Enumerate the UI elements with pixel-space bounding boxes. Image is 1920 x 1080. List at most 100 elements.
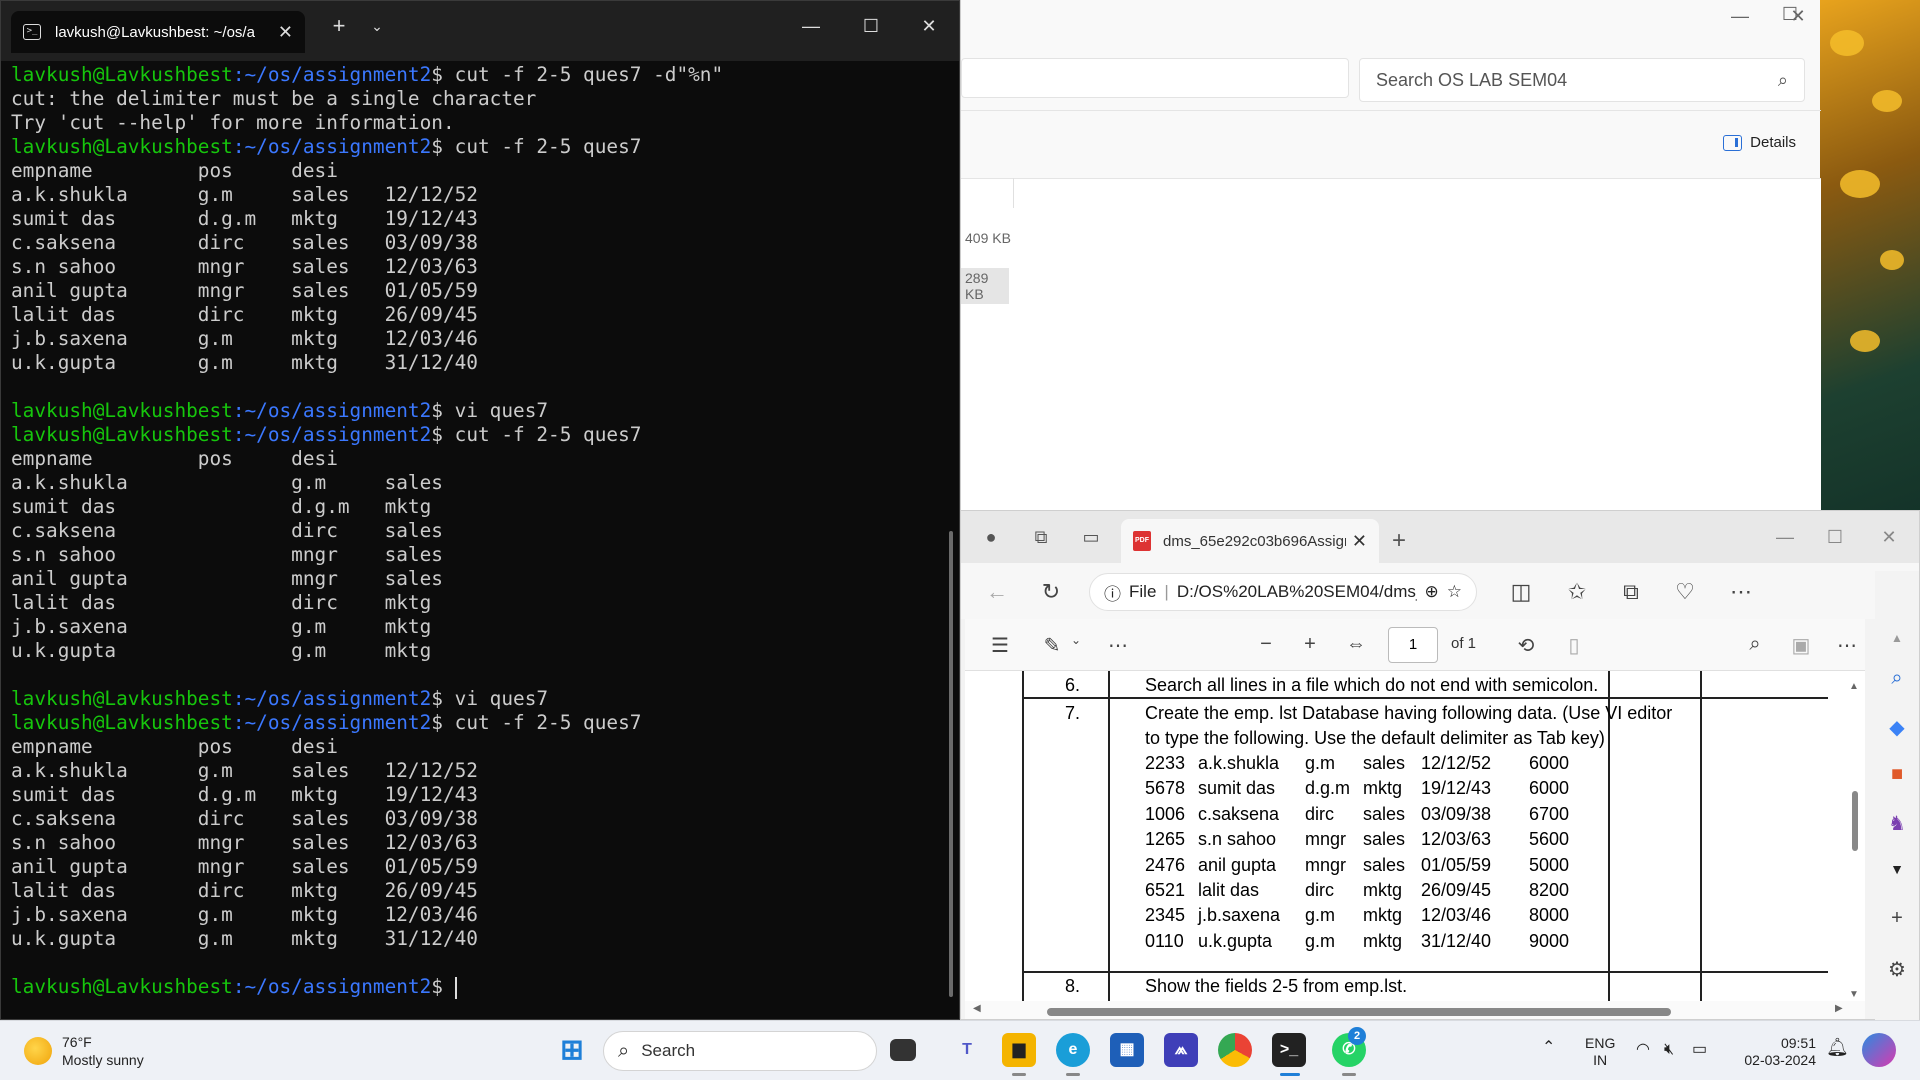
zoom-out-icon[interactable]: − — [1251, 633, 1281, 656]
edge-icon[interactable]: e — [1056, 1033, 1090, 1067]
new-tab-icon[interactable]: + — [319, 13, 359, 39]
terminal-output-line: sumit das d.g.m mktg 19/12/43 — [11, 783, 478, 806]
workspaces-icon[interactable]: ⧉ — [1027, 527, 1055, 551]
details-button[interactable]: Details — [1723, 134, 1796, 151]
scroll-down-icon[interactable]: ▼ — [1849, 989, 1859, 1000]
zoom-icon[interactable]: ⊕ — [1425, 582, 1439, 602]
rotate-icon[interactable]: ⟲ — [1511, 633, 1541, 658]
tools-icon[interactable]: ■ — [1881, 763, 1913, 791]
chevron-down-icon[interactable]: ⌄ — [357, 13, 397, 39]
zoom-in-icon[interactable]: + — [1295, 633, 1325, 656]
split-screen-icon[interactable]: ◫ — [1505, 579, 1537, 605]
more-icon[interactable]: ⋯ — [1725, 579, 1757, 605]
pdf-vertical-scrollbar[interactable]: ▲ ▼ — [1847, 681, 1863, 1001]
contents-icon[interactable]: ☰ — [985, 633, 1015, 658]
maximize-button[interactable]: ☐ — [1821, 527, 1849, 551]
file-size[interactable]: 289 KB — [961, 268, 1009, 304]
taskbar-search[interactable]: ⌕ Search — [603, 1031, 877, 1071]
settings-icon[interactable]: ⚙ — [1881, 957, 1913, 985]
command-text: cut -f 2-5 ques7 — [442, 423, 642, 446]
search-input[interactable]: Search OS LAB SEM04 ⌕ — [1359, 58, 1805, 102]
start-icon[interactable]: ⊞ — [555, 1033, 589, 1067]
back-icon[interactable]: ← — [981, 579, 1013, 605]
minimize-button[interactable]: — — [789, 11, 833, 41]
copilot-icon[interactable] — [1862, 1033, 1896, 1067]
refresh-icon[interactable]: ↻ — [1035, 579, 1067, 605]
table-cell: sales — [1363, 829, 1406, 850]
language-indicator[interactable]: ENG IN — [1585, 1035, 1615, 1069]
close-button[interactable]: ✕ — [907, 11, 951, 41]
clock[interactable]: 09:51 02-03-2024 — [1736, 1035, 1816, 1069]
tab-actions-icon[interactable]: ▭ — [1077, 527, 1105, 551]
notification-badge: 2 — [1348, 1027, 1366, 1045]
divider — [961, 110, 1821, 111]
table-cell: 1265 — [1145, 829, 1186, 850]
chevron-down-icon[interactable]: ▼ — [1881, 861, 1913, 889]
prompt-symbol: $ — [431, 135, 443, 158]
pdf-document[interactable]: 6. Search all lines in a file which do n… — [965, 671, 1865, 1001]
scroll-right-icon[interactable]: ▶ — [1835, 1003, 1843, 1014]
table-cell: dirc — [1305, 803, 1335, 824]
scrollbar-thumb[interactable] — [1047, 1008, 1671, 1016]
stylus-app-icon[interactable]: ⩕ — [1164, 1033, 1198, 1067]
weather-widget[interactable]: 76°F Mostly sunny — [24, 1033, 144, 1069]
pdf-toolbar: ☰ ✎ ⌄ ⋯ − + ⇔ 1 of 1 ⟲ ▯ ⌕ ▣ ⋯ — [965, 619, 1865, 671]
address-bar[interactable] — [961, 58, 1349, 98]
profile-icon[interactable]: ● — [977, 527, 1005, 551]
maximize-button[interactable]: ☐ — [849, 11, 893, 41]
table-cell: 12/03/63 — [1421, 829, 1492, 850]
new-tab-icon[interactable]: + — [1385, 527, 1413, 554]
games-icon[interactable]: ♞ — [1881, 811, 1913, 839]
page-number-input[interactable]: 1 — [1388, 627, 1438, 663]
save-icon[interactable]: ▣ — [1786, 633, 1816, 658]
battery-icon[interactable]: ▭ — [1692, 1041, 1707, 1058]
favorite-star-icon[interactable]: ☆ — [1447, 582, 1462, 602]
search-icon[interactable]: ⌕ — [1881, 667, 1913, 695]
task-view-icon[interactable] — [890, 1039, 916, 1061]
table-cell: 6521 — [1145, 880, 1186, 900]
chrome-icon[interactable] — [1218, 1033, 1252, 1067]
chevron-up-icon[interactable]: ⌃ — [1542, 1039, 1555, 1056]
close-button[interactable]: ✕ — [1775, 6, 1821, 27]
find-icon[interactable]: ⌕ — [1740, 633, 1770, 656]
close-button[interactable]: ✕ — [1875, 527, 1903, 551]
fit-width-icon[interactable]: ⇔ — [1341, 633, 1371, 656]
pdf-horizontal-scrollbar[interactable]: ◀ ▶ — [965, 1001, 1865, 1019]
terminal-icon[interactable]: >_ — [1272, 1033, 1306, 1067]
terminal-prompt-line: lavkush@Lavkushbest:~/os/assignment2$ cu… — [11, 423, 943, 447]
table-cell: 2345 — [1145, 905, 1186, 926]
minimize-button[interactable]: — — [1771, 527, 1799, 551]
notification-bell-icon[interactable]: 🔔︎ — [1826, 1038, 1849, 1056]
close-tab-icon[interactable]: ✕ — [278, 22, 293, 43]
shopping-icon[interactable]: ◆ — [1881, 715, 1913, 743]
terminal-output-line: anil gupta mngr sales — [11, 567, 443, 590]
scroll-left-icon[interactable]: ◀ — [973, 1003, 981, 1014]
table-cell: 6700 — [1529, 803, 1570, 824]
close-tab-icon[interactable]: ✕ — [1352, 531, 1367, 552]
scroll-up-icon[interactable]: ▲ — [1849, 681, 1859, 692]
volume-muted-icon[interactable]: 🔇︎ — [1664, 1041, 1674, 1058]
collections-icon[interactable]: ⧉ — [1615, 579, 1647, 605]
terminal-scrollbar[interactable] — [949, 531, 953, 997]
teams-icon[interactable]: T — [950, 1033, 984, 1067]
file-explorer-icon[interactable]: ▆ — [1002, 1033, 1036, 1067]
more-tools-icon[interactable]: ⋯ — [1103, 633, 1133, 658]
more-icon[interactable]: ⋯ — [1832, 633, 1862, 658]
add-icon[interactable]: + — [1881, 907, 1913, 935]
terminal-tab[interactable]: >_ lavkush@Lavkushbest: ~/os/a ✕ — [11, 11, 305, 53]
prompt-user: lavkush@Lavkushbest — [11, 687, 233, 710]
store-icon[interactable]: ▦ — [1110, 1033, 1144, 1067]
scrollbar-thumb[interactable] — [1852, 791, 1858, 851]
scroll-up-icon[interactable]: ▲ — [1881, 631, 1913, 659]
chevron-down-icon[interactable]: ⌄ — [1061, 633, 1091, 647]
table-cell: 9000 — [1529, 930, 1570, 951]
address-bar[interactable]: ⓘ File | D:/OS%20LAB%20SEM04/dms_65e... … — [1089, 573, 1477, 611]
browser-essentials-icon[interactable]: ♡ — [1669, 579, 1701, 605]
terminal-output[interactable]: lavkush@Lavkushbest:~/os/assignment2$ cu… — [11, 63, 943, 999]
favorites-icon[interactable]: ✩ — [1561, 579, 1593, 605]
wifi-icon[interactable]: ◠ — [1636, 1041, 1650, 1058]
edge-window: ● ⧉ ▭ PDF dms_65e292c03b696Assignment ✕ … — [960, 510, 1920, 1021]
browser-tab[interactable]: PDF dms_65e292c03b696Assignment ✕ — [1121, 519, 1379, 563]
minimize-button[interactable]: — — [1717, 6, 1763, 27]
page-view-icon[interactable]: ▯ — [1559, 633, 1589, 658]
